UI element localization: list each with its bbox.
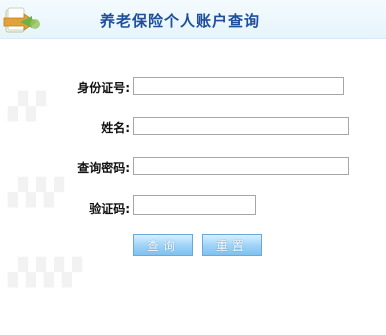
name-input[interactable]	[133, 117, 349, 135]
reset-button[interactable]: 重置	[202, 234, 262, 256]
captcha-input[interactable]	[133, 195, 256, 215]
page-title: 养老保险个人账户查询	[100, 12, 261, 30]
captcha-label: 验证码:	[89, 202, 130, 216]
query-password-label: 查询密码:	[77, 161, 130, 175]
query-button[interactable]: 查询	[133, 234, 193, 256]
id-number-label: 身份证号:	[77, 81, 130, 95]
name-label: 姓名:	[101, 121, 130, 135]
watermark-decoration: ▞▞▞▞	[8, 258, 82, 288]
query-page: 养老保险个人账户查询 ▞▞ ▞▞▞ ▞▞▞▞ 身份证号: 姓名: 查询密码: 验…	[0, 0, 386, 335]
query-password-input[interactable]	[133, 157, 349, 175]
id-number-input[interactable]	[133, 77, 344, 95]
header-bar: 养老保险个人账户查询	[0, 0, 386, 39]
watermark-decoration: ▞▞	[8, 92, 46, 122]
watermark-decoration: ▞▞▞	[8, 178, 64, 208]
folder-arrow-icon	[3, 7, 40, 33]
